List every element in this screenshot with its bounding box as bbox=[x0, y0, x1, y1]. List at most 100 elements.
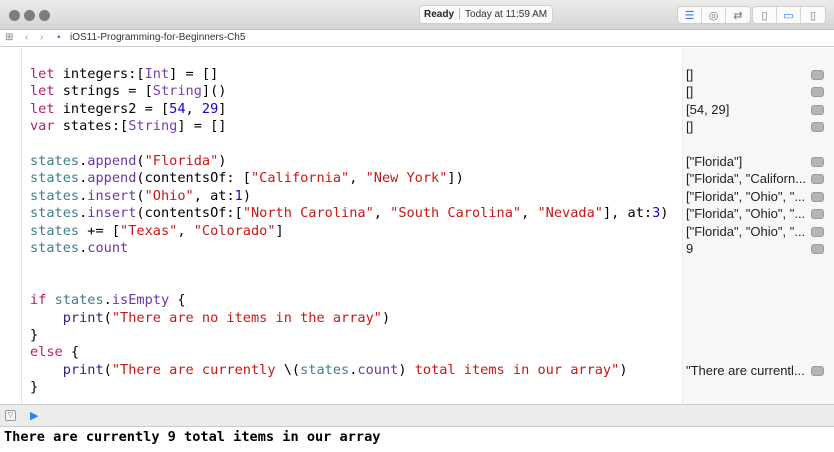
activity-status: Ready Today at 11:59 AM bbox=[419, 5, 553, 24]
code-token-pl: integers:[ bbox=[54, 66, 145, 82]
code-token-pl: ( bbox=[103, 309, 112, 326]
code-token-pl: ) bbox=[242, 187, 251, 204]
code-line[interactable]: if states.isEmpty { bbox=[30, 292, 186, 309]
code-token-num: 29 bbox=[201, 100, 219, 117]
assistant-editor-icon[interactable]: ◎ bbox=[702, 7, 726, 23]
close-window-button[interactable] bbox=[9, 10, 20, 21]
debug-bar: ▽ ▶ bbox=[0, 404, 834, 427]
back-icon[interactable]: ‹ bbox=[25, 32, 28, 43]
show-result-toggle-icon[interactable] bbox=[811, 157, 824, 167]
minimize-window-button[interactable] bbox=[24, 10, 35, 21]
code-token-kw: let bbox=[30, 100, 55, 117]
show-result-toggle-icon[interactable] bbox=[811, 226, 824, 237]
related-items-icon[interactable]: ⊞ bbox=[5, 32, 13, 43]
breadcrumb-file[interactable]: iOS11-Programming-for-Beginners-Ch5 bbox=[70, 32, 245, 43]
code-token-pl: { bbox=[62, 344, 80, 361]
result-value: [54, 29] bbox=[686, 101, 730, 117]
version-editor-icon[interactable]: ⇄ bbox=[726, 7, 750, 23]
code-token-num: 54 bbox=[169, 100, 186, 117]
panel-toggle-group: ▯ ▭ ▯ bbox=[752, 6, 826, 24]
code-token-str: "Nevada" bbox=[537, 205, 603, 222]
result-value: [] bbox=[686, 119, 694, 135]
code-line[interactable]: let integers2 = [54, 29] bbox=[30, 101, 226, 118]
code-token-pl: ) bbox=[398, 361, 407, 378]
debug-area-toggle-icon[interactable]: ▭ bbox=[777, 7, 801, 23]
code-token-pl: (contentsOf:[ bbox=[136, 205, 243, 222]
code-line[interactable]: print("There are currently \(states.coun… bbox=[30, 362, 628, 379]
code-token-pl: ) bbox=[619, 361, 628, 378]
code-token-kw: if bbox=[30, 292, 47, 309]
forward-icon[interactable]: › bbox=[40, 32, 43, 43]
code-line[interactable]: states += ["Texas", "Colorado"] bbox=[30, 223, 284, 240]
code-token-str: total items in our array" bbox=[406, 361, 620, 378]
code-token-pl: (contentsOf: [ bbox=[136, 170, 251, 187]
code-token-str: "California" bbox=[250, 170, 350, 187]
code-token-id: states bbox=[30, 170, 80, 187]
code-line[interactable]: states.append("Florida") bbox=[30, 153, 226, 170]
code-token-id: states bbox=[30, 187, 80, 204]
code-token-pl: strings = [ bbox=[54, 83, 153, 100]
code-line[interactable]: } bbox=[30, 327, 38, 344]
navigator-toggle-icon[interactable]: ▯ bbox=[753, 7, 777, 23]
code-token-pl: { bbox=[169, 292, 186, 309]
show-result-toggle-icon[interactable] bbox=[811, 191, 824, 202]
code-token-pl: , bbox=[177, 222, 194, 239]
code-token-pl: ]) bbox=[447, 170, 464, 187]
show-result-toggle-icon[interactable] bbox=[811, 174, 824, 185]
code-token-kw: let bbox=[30, 83, 55, 100]
code-token-pr: print bbox=[62, 361, 104, 378]
code-line[interactable]: states.append(contentsOf: ["California",… bbox=[30, 170, 464, 187]
code-token-pl: ( bbox=[136, 153, 145, 169]
show-result-toggle-icon[interactable] bbox=[811, 87, 824, 98]
code-token-kw: var bbox=[30, 118, 55, 135]
code-token-pl: , bbox=[349, 170, 366, 187]
code-token-pl: ] = [] bbox=[169, 66, 219, 82]
code-token-fn: isEmpty bbox=[111, 292, 170, 309]
show-result-toggle-icon[interactable] bbox=[811, 122, 824, 133]
status-time: Today at 11:59 AM bbox=[465, 9, 548, 20]
code-token-pl: ( bbox=[103, 361, 112, 378]
code-token-id: states bbox=[300, 361, 350, 378]
result-value: ["Florida", "Ohio", "... bbox=[686, 188, 806, 204]
code-line[interactable]: let strings = [String]() bbox=[30, 83, 226, 100]
code-token-pl: ) bbox=[660, 205, 669, 222]
hide-debug-area-icon[interactable]: ▽ bbox=[5, 410, 16, 421]
code-token-pl: ( bbox=[136, 187, 145, 204]
code-token-pl: \( bbox=[283, 361, 301, 378]
code-line[interactable]: print("There are no items in the array") bbox=[30, 310, 390, 327]
code-token-num: 1 bbox=[234, 187, 243, 204]
code-token-kw: else bbox=[30, 344, 63, 361]
code-token-pl: integers2 = [ bbox=[54, 100, 170, 117]
result-value: ["Florida", "Californ... bbox=[686, 171, 807, 187]
code-line[interactable]: let integers:[Int] = [] bbox=[30, 66, 218, 83]
code-token-str: "There are currently bbox=[111, 361, 284, 378]
zoom-window-button[interactable] bbox=[39, 10, 50, 21]
console-output: There are currently 9 total items in our… bbox=[4, 429, 381, 445]
code-token-id: states bbox=[54, 292, 104, 309]
code-token-id: states bbox=[30, 205, 80, 222]
code-token-pl: } bbox=[30, 379, 39, 396]
show-result-toggle-icon[interactable] bbox=[811, 209, 824, 220]
code-line[interactable]: else { bbox=[30, 344, 79, 361]
show-result-toggle-icon[interactable] bbox=[811, 70, 824, 80]
result-value: ["Florida"] bbox=[686, 154, 743, 169]
code-line[interactable]: var states:[String] = [] bbox=[30, 118, 226, 135]
result-value: ["Florida", "Ohio", "... bbox=[686, 206, 806, 222]
code-line[interactable]: states.count bbox=[30, 240, 128, 257]
result-value: ["Florida", "Ohio", "... bbox=[686, 223, 806, 239]
show-result-toggle-icon[interactable] bbox=[811, 244, 824, 254]
standard-editor-icon[interactable]: ☰ bbox=[678, 7, 702, 23]
show-result-toggle-icon[interactable] bbox=[811, 365, 824, 376]
code-line[interactable]: states.insert("Ohio", at:1) bbox=[30, 188, 251, 205]
code-line[interactable]: states.insert(contentsOf:["North Carolin… bbox=[30, 205, 668, 222]
run-playground-icon[interactable]: ▶ bbox=[30, 409, 38, 422]
utilities-toggle-icon[interactable]: ▯ bbox=[801, 7, 825, 23]
code-token-fn: append bbox=[87, 153, 137, 169]
status-ready: Ready bbox=[424, 9, 455, 20]
code-line[interactable]: } bbox=[30, 379, 38, 396]
show-result-toggle-icon[interactable] bbox=[811, 104, 824, 115]
code-token-ty: Int bbox=[144, 66, 170, 82]
